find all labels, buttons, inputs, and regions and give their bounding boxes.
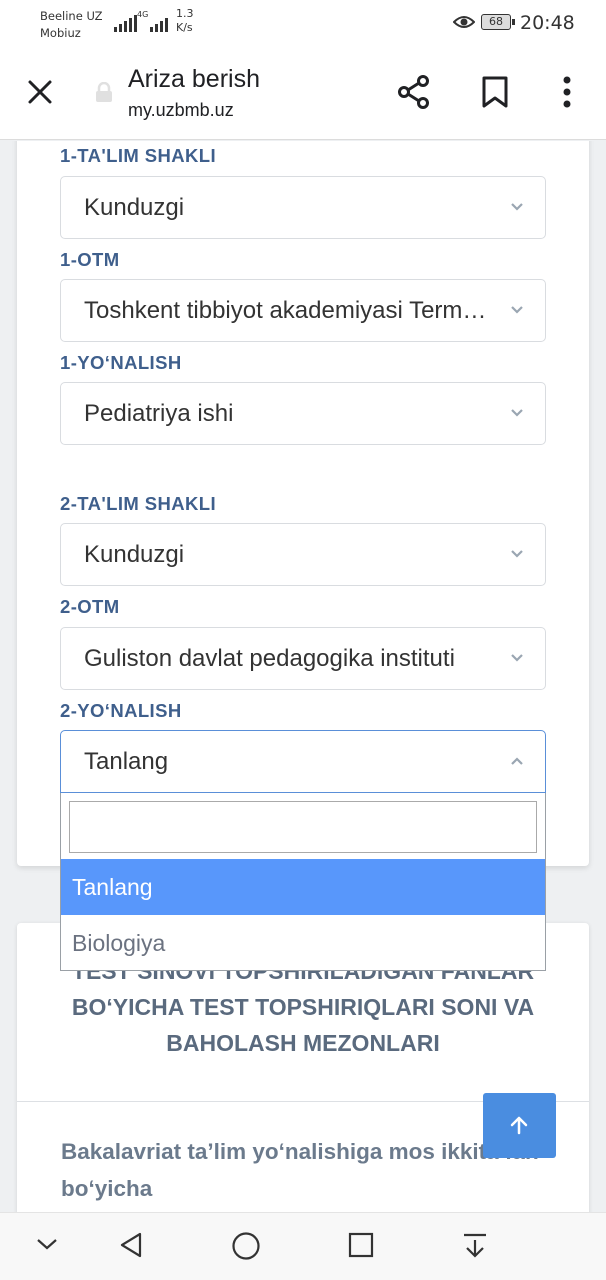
nav-download-icon[interactable]: [461, 1231, 489, 1261]
test-info-text: Bakalavriat ta’lim yo‘nalishiga mos ikki…: [61, 1139, 539, 1201]
field-label-2-otm: 2-OTM: [60, 596, 120, 617]
select-value: Guliston davlat pedagogika instituti: [84, 645, 455, 672]
speed-value: 1.3: [176, 7, 194, 20]
system-nav-bar: [0, 1212, 606, 1280]
page-url[interactable]: my.uzbmb.uz: [128, 100, 234, 121]
select-1-yonalish[interactable]: Pediatriya ishi: [60, 382, 546, 445]
select-value: Toshkent tibbiyot akademiyasi Termiz fil…: [84, 297, 489, 324]
select-value: Kunduzgi: [84, 194, 185, 221]
select-dropdown: Tanlang Biologiya: [60, 793, 546, 971]
chevron-down-icon: [511, 409, 523, 417]
more-icon[interactable]: [558, 74, 576, 110]
lock-icon: [96, 82, 112, 102]
select-value: Pediatriya ishi: [84, 400, 234, 427]
signal-2-icon: [150, 14, 168, 32]
browser-toolbar: Ariza berish my.uzbmb.uz: [0, 48, 606, 140]
select-1-talim-shakli[interactable]: Kunduzgi: [60, 176, 546, 239]
share-icon[interactable]: [396, 74, 432, 110]
field-label-1-yonalish: 1-YO‘NALISH: [60, 352, 182, 373]
chevron-down-icon: [511, 306, 523, 314]
arrow-up-icon: [510, 1116, 528, 1135]
carrier-1: Beeline UZ: [40, 9, 103, 23]
close-icon[interactable]: [24, 76, 56, 108]
network-speed: 1.3 K/s: [176, 7, 194, 35]
page-content: 1-TA'LIM SHAKLI Kunduzgi 1-OTM Toshkent …: [0, 141, 606, 1212]
nav-recents-icon[interactable]: [347, 1231, 375, 1259]
nav-home-icon[interactable]: [231, 1231, 261, 1261]
select-value: Tanlang: [84, 748, 169, 775]
select-value: Kunduzgi: [84, 541, 185, 568]
clock: 20:48: [520, 12, 575, 34]
chevron-up-icon: [511, 757, 523, 765]
battery-indicator: 68: [481, 14, 515, 30]
chevron-down-icon: [511, 550, 523, 558]
field-label-2-yonalish: 2-YO‘NALISH: [60, 700, 182, 721]
field-label-1-otm: 1-OTM: [60, 249, 120, 270]
page-title: Ariza berish: [128, 65, 260, 93]
chevron-down-icon: [511, 203, 523, 211]
eye-icon: [453, 16, 475, 28]
network-type: 4G: [137, 10, 149, 19]
field-label-1-talim-shakli: 1-TA'LIM SHAKLI: [60, 145, 216, 166]
speed-unit: K/s: [176, 21, 193, 34]
status-bar: Beeline UZ Mobiuz 4G 1.3 K/s 68 20:48: [0, 0, 606, 48]
select-2-talim-shakli[interactable]: Kunduzgi: [60, 523, 546, 586]
field-label-2-talim-shakli: 2-TA'LIM SHAKLI: [60, 493, 216, 514]
bookmark-icon[interactable]: [480, 75, 510, 109]
dropdown-option[interactable]: Tanlang: [61, 859, 545, 915]
signal-icon: [114, 14, 137, 32]
nav-collapse-icon[interactable]: [34, 1231, 60, 1257]
dropdown-option[interactable]: Biologiya: [61, 915, 545, 971]
select-2-yonalish[interactable]: Tanlang: [60, 730, 546, 793]
dropdown-search-input[interactable]: [69, 801, 537, 853]
chevron-down-icon: [511, 654, 523, 662]
scroll-to-top-button[interactable]: [483, 1093, 556, 1158]
carrier-info: Beeline UZ Mobiuz: [40, 8, 103, 42]
nav-back-icon[interactable]: [118, 1231, 146, 1259]
select-1-otm[interactable]: Toshkent tibbiyot akademiyasi Termiz fil…: [60, 279, 546, 342]
carrier-2: Mobiuz: [40, 26, 81, 40]
select-2-otm[interactable]: Guliston davlat pedagogika instituti: [60, 627, 546, 690]
